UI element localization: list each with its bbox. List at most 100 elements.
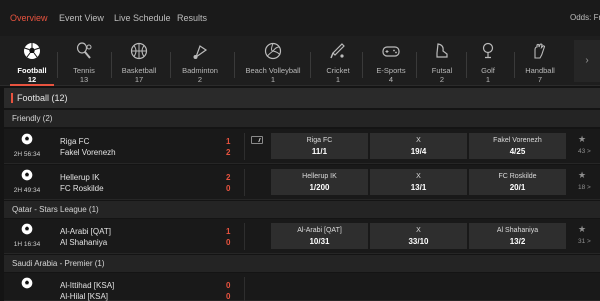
odds-label: Riga FC: [306, 137, 333, 144]
sport-count: 12: [27, 75, 37, 84]
divider: [244, 133, 245, 160]
odds-label: X: [416, 173, 421, 180]
football-icon: [21, 277, 33, 289]
match-row[interactable]: 2H 49:34 Hellerup IK FC Roskilde 2 0 Hel…: [4, 165, 600, 200]
away-team: FC Roskilde: [60, 184, 104, 193]
cricket-icon: [330, 43, 345, 59]
tab-live-schedule[interactable]: Live Schedule: [114, 13, 171, 23]
futsal-icon: [436, 43, 448, 58]
away-score: 2: [226, 148, 231, 157]
away-score: 0: [226, 184, 231, 193]
sport-count: 7: [537, 75, 543, 84]
sport-basketball[interactable]: Basketball 17: [111, 36, 167, 86]
football-icon: [24, 43, 40, 59]
home-team: Hellerup IK: [60, 173, 100, 182]
odds-button-home[interactable]: Al-Arabi [QAT] 10/31: [271, 223, 368, 249]
odds-value: 20/1: [509, 183, 526, 192]
league-header[interactable]: Qatar - Stars League (1): [4, 201, 600, 218]
match-time: 2H 56:34: [13, 151, 41, 158]
sport-name: Golf: [481, 66, 495, 75]
odds-value: 13/1: [410, 183, 427, 192]
away-team: Al-Hilal [KSA]: [60, 292, 109, 301]
sports-strip: Football 12 Tennis 13 Basketball 17 Badm…: [0, 36, 600, 86]
odds-button-home[interactable]: Hellerup IK 1/200: [271, 169, 368, 195]
home-score: 2: [226, 173, 231, 182]
sport-count: 1: [485, 75, 491, 84]
league-header[interactable]: Saudi Arabia - Premier (1): [4, 255, 600, 272]
sport-count: 2: [197, 75, 203, 84]
home-team: Riga FC: [60, 137, 90, 146]
away-team: Al Shahaniya: [60, 238, 108, 247]
scroll-right-button[interactable]: ›: [574, 40, 600, 82]
league-name: Saudi Arabia - Premier (1): [12, 259, 105, 268]
divider: [170, 52, 171, 78]
odds-value: 10/31: [309, 237, 330, 246]
odds-button-away[interactable]: Al Shahaniya 13/2: [469, 223, 566, 249]
odds-value: 19/4: [410, 147, 427, 156]
tab-results[interactable]: Results: [177, 13, 207, 23]
sport-handball[interactable]: Handball 7: [512, 36, 568, 86]
home-score: 1: [226, 227, 231, 236]
odds-button-draw[interactable]: X 13/1: [370, 169, 467, 195]
more-markets-link[interactable]: 43 >: [578, 148, 591, 155]
odds-label: Hellerup IK: [302, 173, 337, 180]
away-score: 0: [226, 292, 231, 301]
home-score: 0: [226, 281, 231, 290]
divider: [244, 169, 245, 196]
odds-button-away[interactable]: Fakel Vorenezh 4/25: [469, 133, 566, 159]
sport-football[interactable]: Football 12: [4, 36, 60, 86]
sport-esports[interactable]: E-Sports 4: [363, 36, 419, 86]
match-row[interactable]: 1H 16:34 Al-Arabi [QAT] Al Shahaniya 1 0…: [4, 219, 600, 254]
odds-label: Al-Arabi [QAT]: [297, 227, 342, 234]
odds-label: X: [416, 137, 421, 144]
odds-button-draw[interactable]: X 19/4: [370, 133, 467, 159]
home-team: Al-Ittihad [KSA]: [60, 281, 115, 290]
odds-button-draw[interactable]: X 33/10: [370, 223, 467, 249]
favorite-star-icon[interactable]: ★: [578, 170, 586, 181]
top-navigation: Overview Event View Live Schedule Result…: [0, 0, 600, 36]
sport-name: Handball: [525, 66, 555, 75]
sport-tennis[interactable]: Tennis 13: [56, 36, 112, 86]
football-icon: [21, 223, 33, 235]
sport-beach-volleyball[interactable]: Beach Volleyball 1: [238, 36, 308, 86]
sport-count: 13: [79, 75, 89, 84]
section-title: Football (12): [17, 93, 68, 103]
tab-overview[interactable]: Overview: [10, 13, 48, 23]
section-header[interactable]: Football (12): [4, 88, 600, 108]
divider: [234, 52, 235, 78]
live-stream-icon[interactable]: [251, 136, 263, 144]
sport-cricket[interactable]: Cricket 1: [310, 36, 366, 86]
match-row[interactable]: Al-Ittihad [KSA] Al-Hilal [KSA] 0 0: [4, 273, 600, 301]
sport-badminton[interactable]: Badminton 2: [172, 36, 228, 86]
match-row[interactable]: 2H 56:34 Riga FC Fakel Vorenezh 1 2 Riga…: [4, 129, 600, 164]
odds-value: 33/10: [408, 237, 429, 246]
league-header[interactable]: Friendly (2): [4, 110, 600, 127]
sport-name: Badminton: [182, 66, 218, 75]
divider: [244, 223, 245, 250]
odds-value: 4/25: [509, 147, 526, 156]
odds-value: 13/2: [509, 237, 526, 246]
tennis-icon: [76, 42, 92, 59]
odds-button-home[interactable]: Riga FC 11/1: [271, 133, 368, 159]
tab-event-view[interactable]: Event View: [59, 13, 104, 23]
chevron-right-icon: ›: [585, 55, 589, 66]
favorite-star-icon[interactable]: ★: [578, 224, 586, 235]
sport-golf[interactable]: Golf 1: [460, 36, 516, 86]
sport-name: Cricket: [326, 66, 350, 75]
basketball-icon: [130, 42, 148, 60]
sport-count: 1: [335, 75, 341, 84]
odds-button-away[interactable]: FC Roskilde 20/1: [469, 169, 566, 195]
more-markets-link[interactable]: 31 >: [578, 238, 591, 245]
match-time: 1H 16:34: [13, 241, 41, 248]
section-accent: [11, 93, 13, 103]
divider: [244, 277, 245, 301]
sport-count: 4: [388, 75, 394, 84]
home-score: 1: [226, 137, 231, 146]
odds-format-selector[interactable]: Odds: Fr: [570, 13, 600, 22]
sport-name: E-Sports: [376, 66, 406, 75]
league-name: Friendly (2): [12, 114, 53, 123]
handball-icon: [534, 43, 546, 59]
more-markets-link[interactable]: 18 >: [578, 184, 591, 191]
favorite-star-icon[interactable]: ★: [578, 134, 586, 145]
odds-label: Al Shahaniya: [496, 227, 539, 234]
